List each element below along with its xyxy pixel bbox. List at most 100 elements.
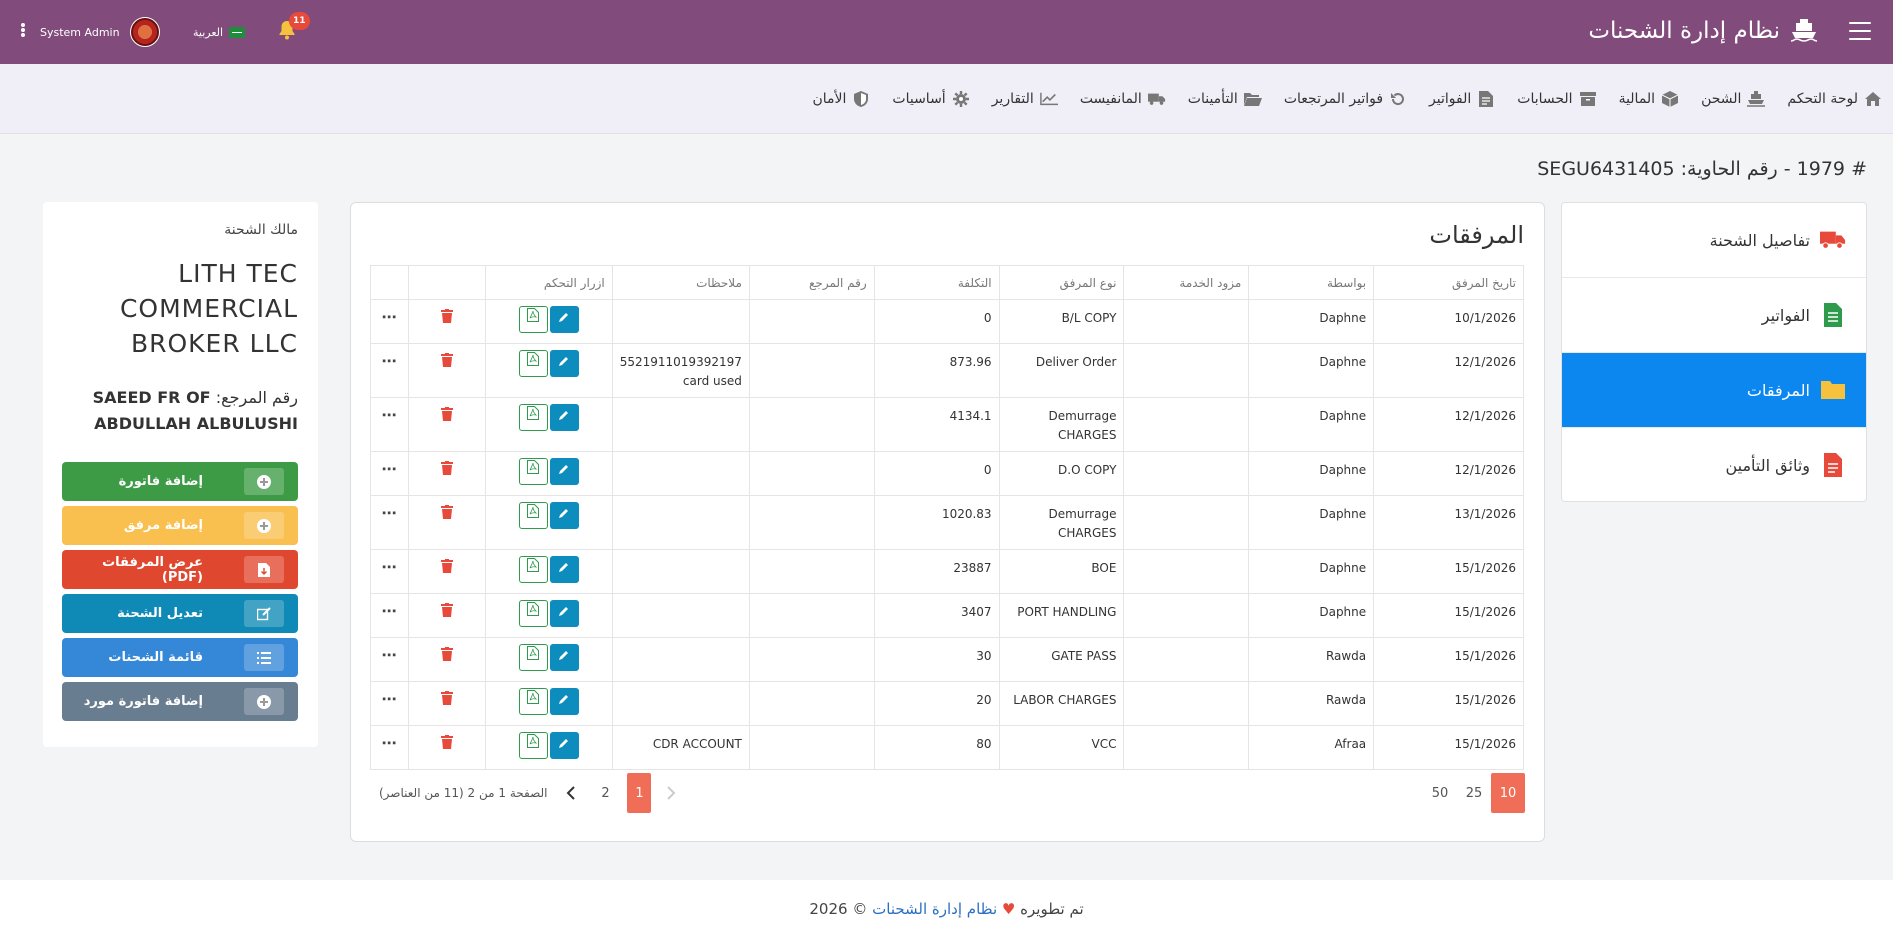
edit-icon[interactable]: [549, 556, 579, 583]
nav-item-10[interactable]: الأمان: [801, 86, 881, 112]
pdf-icon[interactable]: [518, 732, 548, 759]
trash-icon[interactable]: [440, 603, 453, 623]
more-horiz-icon[interactable]: ⋯: [382, 734, 398, 752]
cell-date: 12/1/2026: [1373, 451, 1524, 496]
nav-item-5[interactable]: فواتير المرتجعات: [1273, 86, 1418, 112]
edit-icon[interactable]: [549, 502, 579, 529]
file-download-icon: [244, 556, 284, 583]
language-switcher[interactable]: العربية: [193, 22, 246, 42]
more-horiz-icon[interactable]: ⋯: [382, 460, 398, 478]
action-button-5[interactable]: إضافة فاتورة مورد: [62, 682, 298, 721]
side-tab-3[interactable]: وثائق التأمين: [1562, 428, 1866, 501]
nav-item-8[interactable]: التقارير: [981, 86, 1069, 112]
page-size-selector: 10 25 50: [1423, 773, 1525, 813]
trash-icon[interactable]: [440, 461, 453, 481]
nav-item-1[interactable]: الشحن: [1690, 86, 1776, 112]
side-tab-2[interactable]: المرفقات: [1562, 353, 1866, 428]
table-row: 13/1/2026 Daphne Demurrage CHARGES 1020.83 ⋯: [369, 495, 1524, 550]
more-horiz-icon[interactable]: ⋯: [382, 558, 398, 576]
more-horiz-icon[interactable]: ⋯: [382, 690, 398, 708]
nav-item-0[interactable]: لوحة التحكم: [1776, 86, 1893, 112]
pdf-icon[interactable]: [518, 644, 548, 671]
cell-date: 10/1/2026: [1373, 299, 1524, 344]
action-button-1[interactable]: إضافة مرفق: [62, 506, 298, 545]
edit-icon[interactable]: [549, 732, 579, 759]
nav-item-label: الشحن: [1701, 91, 1742, 107]
nav-item-3[interactable]: الحسابات: [1506, 86, 1607, 112]
side-tab-label: تفاصيل الشحنة: [1709, 230, 1810, 250]
side-tab-1[interactable]: الفواتير: [1562, 278, 1866, 353]
edit-icon[interactable]: [549, 404, 579, 431]
more-cell: ⋯: [369, 681, 410, 726]
trash-icon[interactable]: [440, 309, 453, 329]
edit-icon[interactable]: [549, 644, 579, 671]
pdf-icon[interactable]: [518, 306, 548, 333]
cell-type: Demurrage CHARGES: [998, 397, 1125, 452]
action-button-3[interactable]: تعديل الشحنة: [62, 594, 298, 633]
page-size-50[interactable]: 50: [1423, 773, 1457, 813]
page-2[interactable]: 2: [593, 773, 617, 813]
nav-item-7[interactable]: المانفيست: [1069, 86, 1177, 112]
more-horiz-icon[interactable]: ⋯: [382, 646, 398, 664]
menu-toggle-icon[interactable]: [1849, 22, 1871, 40]
edit-icon[interactable]: [549, 688, 579, 715]
pdf-icon[interactable]: [518, 404, 548, 431]
trash-icon[interactable]: [440, 505, 453, 525]
owner-card: مالك الشحنة LITH TEC COMMERCIAL BROKER L…: [43, 202, 318, 747]
more-horiz-icon[interactable]: ⋯: [382, 352, 398, 370]
cell-type: LABOR CHARGES: [998, 681, 1125, 726]
edit-icon[interactable]: [549, 600, 579, 627]
edit-icon[interactable]: [549, 350, 579, 377]
page-size-10[interactable]: 10: [1491, 773, 1525, 813]
cell-ref: [748, 725, 875, 770]
pdf-icon[interactable]: [518, 688, 548, 715]
cell-notes: 5521911019392197 card used: [611, 343, 750, 398]
delete-cell: [408, 495, 486, 550]
nav-item-6[interactable]: التأمينات: [1177, 86, 1273, 112]
footer-link[interactable]: نظام إدارة الشحنات: [872, 900, 997, 918]
action-button-4[interactable]: قائمة الشحنات: [62, 638, 298, 677]
trash-icon[interactable]: [440, 647, 453, 667]
trash-icon[interactable]: [440, 559, 453, 579]
nav-item-4[interactable]: الفواتير: [1418, 86, 1506, 112]
more-vert-icon[interactable]: [21, 23, 25, 37]
action-button-label: عرض المرفقات (PDF): [102, 554, 203, 585]
trash-icon[interactable]: [440, 407, 453, 427]
pdf-icon[interactable]: [518, 350, 548, 377]
pdf-icon[interactable]: [518, 600, 548, 627]
cell-type: Demurrage CHARGES: [998, 495, 1125, 550]
user-menu[interactable]: System Admin: [40, 17, 160, 47]
nav-item-9[interactable]: أساسيات: [881, 86, 980, 112]
edit-icon[interactable]: [549, 306, 579, 333]
more-horiz-icon[interactable]: ⋯: [382, 308, 398, 326]
more-horiz-icon[interactable]: ⋯: [382, 406, 398, 424]
cell-by: Daphne: [1248, 549, 1375, 594]
nav-item-2[interactable]: المالية: [1608, 86, 1691, 112]
column-header: ازرار التحكم: [484, 265, 613, 300]
action-button-label: إضافة مرفق: [123, 518, 203, 533]
trash-icon[interactable]: [440, 353, 453, 373]
edit-icon[interactable]: [549, 458, 579, 485]
prev-page-icon[interactable]: [659, 773, 683, 813]
cell-date: 15/1/2026: [1373, 725, 1524, 770]
pdf-icon[interactable]: [518, 458, 548, 485]
cell-provider: [1123, 593, 1250, 638]
main-nav: لوحة التحكم الشحن المالية الحسابات الفواتير ف…: [0, 64, 1893, 134]
action-button-2[interactable]: عرض المرفقات (PDF): [62, 550, 298, 589]
pdf-icon[interactable]: [518, 556, 548, 583]
action-button-0[interactable]: إضافة فاتورة: [62, 462, 298, 501]
table-row: 10/1/2026 Daphne B/L COPY 0 ⋯: [369, 299, 1524, 344]
page-size-25[interactable]: 25: [1457, 773, 1491, 813]
notification-badge: 11: [289, 12, 310, 30]
more-horiz-icon[interactable]: ⋯: [382, 504, 398, 522]
nav-item-label: أساسيات: [892, 91, 946, 107]
pdf-icon[interactable]: [518, 502, 548, 529]
side-tab-0[interactable]: تفاصيل الشحنة: [1562, 203, 1866, 278]
trash-icon[interactable]: [440, 691, 453, 711]
trash-icon[interactable]: [440, 735, 453, 755]
next-page-icon[interactable]: [559, 773, 583, 813]
app-brand[interactable]: نظام إدارة الشحنات: [1588, 14, 1818, 48]
user-name: System Admin: [40, 25, 120, 39]
more-horiz-icon[interactable]: ⋯: [382, 602, 398, 620]
page-1[interactable]: 1: [627, 773, 652, 813]
